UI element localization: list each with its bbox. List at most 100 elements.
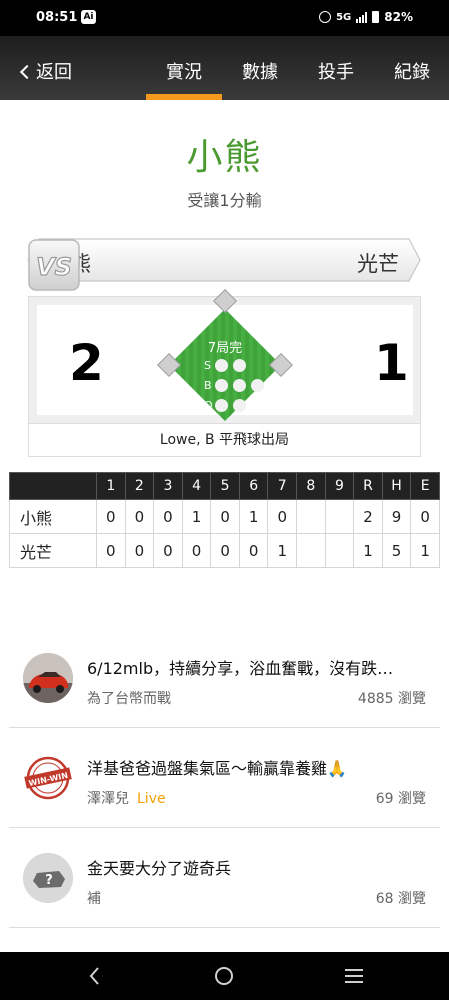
ball-dot-icon bbox=[233, 379, 246, 392]
linescore-header-e: E bbox=[410, 472, 440, 500]
feed-item[interactable]: WIN-WIN 洋基爸爸過盤集氣區～輸贏靠養雞🙏 澤澤兒 Live 69 瀏覽 bbox=[9, 728, 440, 828]
result-text: 受讓1分輸 bbox=[187, 191, 262, 210]
away-score: 2 bbox=[69, 334, 104, 392]
home-team-name: 光芒 bbox=[357, 252, 399, 276]
win-win-stamp-avatar-icon: WIN-WIN bbox=[23, 753, 73, 803]
linescore-header-8: 8 bbox=[296, 472, 326, 500]
linescore-cell: 0 bbox=[267, 499, 298, 534]
alarm-icon bbox=[319, 11, 332, 23]
post-views: 68 瀏覽 bbox=[375, 891, 426, 907]
post-author: 澤澤兒 Live bbox=[87, 791, 166, 807]
linescore-cell: 1 bbox=[238, 499, 269, 534]
linescore-team: 小熊 bbox=[9, 499, 97, 534]
ball-dot-icon bbox=[215, 379, 228, 392]
back-icon[interactable] bbox=[83, 964, 107, 988]
linescore-cell: 0 bbox=[124, 499, 155, 534]
linescore-cell: 0 bbox=[410, 499, 440, 534]
post-author: 補 bbox=[87, 891, 101, 907]
linescore-header-1: 1 bbox=[96, 472, 126, 500]
team-banner: 小熊 光芒 VS bbox=[27, 238, 421, 291]
out-dot-icon bbox=[233, 399, 246, 412]
third-base-icon bbox=[156, 352, 182, 378]
linescore-cell: 1 bbox=[410, 533, 440, 568]
linescore-cell bbox=[324, 533, 355, 568]
scoreboard: 2 1 7局完 S B O bbox=[28, 289, 421, 424]
feed-item[interactable]: ? 金天要大分了遊奇兵 補 68 瀏覽 bbox=[9, 828, 440, 928]
linescore-cell: 0 bbox=[238, 533, 269, 568]
ball-dot-icon bbox=[251, 379, 264, 392]
ball-count: B bbox=[204, 379, 269, 392]
linescore-cell: 0 bbox=[96, 533, 126, 568]
unknown-user-avatar-icon: ? bbox=[23, 853, 73, 903]
tab-stats[interactable]: 數據 bbox=[240, 58, 280, 84]
linescore-cell: 0 bbox=[153, 533, 183, 568]
ai-badge-icon: Ai bbox=[81, 10, 96, 24]
linescore-row: 光芒 0 0 0 0 0 0 1 1 5 1 bbox=[9, 533, 440, 568]
svg-text:VS: VS bbox=[36, 253, 72, 281]
strike-dot-icon bbox=[233, 359, 246, 372]
linescore-cell bbox=[324, 499, 355, 534]
system-nav-bar bbox=[0, 952, 449, 1000]
winner-team: 小熊 bbox=[186, 137, 263, 178]
status-time: 08:51 bbox=[36, 10, 78, 25]
chevron-left-icon bbox=[19, 64, 35, 79]
post-author: 為了台幣而戰 bbox=[87, 691, 171, 707]
linescore-cell: 0 bbox=[181, 533, 212, 568]
linescore-header-4: 4 bbox=[181, 472, 212, 500]
back-button[interactable]: 返回 bbox=[19, 58, 72, 84]
svg-text:?: ? bbox=[45, 873, 53, 888]
linescore-cell: 1 bbox=[181, 499, 212, 534]
post-title[interactable]: 6/12mlb，持續分享，浴血奮戰，沒有跌… bbox=[87, 655, 432, 679]
active-tab-indicator bbox=[146, 94, 222, 100]
linescore-cell: 0 bbox=[210, 533, 240, 568]
post-title[interactable]: 金天要大分了遊奇兵 bbox=[87, 855, 432, 879]
inning-status: 7局完 bbox=[207, 341, 243, 356]
linescore-header-7: 7 bbox=[267, 472, 298, 500]
out-dot-icon bbox=[215, 399, 228, 412]
linescore-cell: 0 bbox=[96, 499, 126, 534]
tab-pitcher[interactable]: 投手 bbox=[316, 58, 356, 84]
post-views: 69 瀏覽 bbox=[375, 791, 426, 807]
linescore-cell: 0 bbox=[153, 499, 183, 534]
out-count: O bbox=[204, 399, 251, 412]
home-icon[interactable] bbox=[212, 964, 236, 988]
back-label: 返回 bbox=[36, 62, 72, 83]
linescore-cell bbox=[296, 499, 326, 534]
linescore-cell: 0 bbox=[124, 533, 155, 568]
linescore-header-team bbox=[9, 472, 97, 500]
post-views: 4885 瀏覽 bbox=[357, 691, 426, 707]
linescore-cell: 1 bbox=[353, 533, 383, 568]
status-indicators: 5G 82% bbox=[319, 10, 413, 24]
car-avatar-icon bbox=[23, 653, 73, 703]
top-nav: 返回 實況 數據 投手 紀錄 bbox=[0, 36, 449, 100]
battery-icon bbox=[372, 11, 380, 23]
linescore-header-3: 3 bbox=[153, 472, 183, 500]
last-play: Lowe, B 平飛球出局 bbox=[28, 424, 421, 457]
tab-record[interactable]: 紀錄 bbox=[392, 58, 432, 84]
strike-dot-icon bbox=[215, 359, 228, 372]
linescore-cell: 9 bbox=[381, 499, 412, 534]
linescore-header-r: R bbox=[353, 472, 383, 500]
home-score: 1 bbox=[374, 334, 409, 392]
linescore-cell: 0 bbox=[210, 499, 240, 534]
post-title[interactable]: 洋基爸爸過盤集氣區～輸贏靠養雞🙏 bbox=[87, 755, 432, 779]
tab-live[interactable]: 實況 bbox=[146, 58, 222, 84]
second-base-icon bbox=[212, 289, 238, 314]
linescore-header-h: H bbox=[381, 472, 412, 500]
linescore-header-6: 6 bbox=[238, 472, 269, 500]
live-badge: Live bbox=[137, 791, 166, 807]
linescore-row: 小熊 0 0 0 1 0 1 0 2 9 0 bbox=[9, 499, 440, 534]
vs-badge-icon: VS bbox=[28, 239, 80, 291]
linescore-header-2: 2 bbox=[124, 472, 155, 500]
signal-icon bbox=[356, 11, 368, 23]
linescore-team: 光芒 bbox=[9, 533, 97, 568]
linescore-header-5: 5 bbox=[210, 472, 240, 500]
network-type: 5G bbox=[336, 11, 352, 23]
linescore-header-9: 9 bbox=[324, 472, 355, 500]
battery-percent: 82% bbox=[384, 10, 413, 24]
recent-apps-icon[interactable] bbox=[342, 964, 366, 988]
linescore-cell: 5 bbox=[381, 533, 412, 568]
feed-item[interactable]: 6/12mlb，持續分享，浴血奮戰，沒有跌… 為了台幣而戰 4885 瀏覽 bbox=[9, 628, 440, 728]
strike-count: S bbox=[204, 359, 251, 372]
status-bar: 08:51 Ai 5G 82% bbox=[0, 0, 449, 36]
